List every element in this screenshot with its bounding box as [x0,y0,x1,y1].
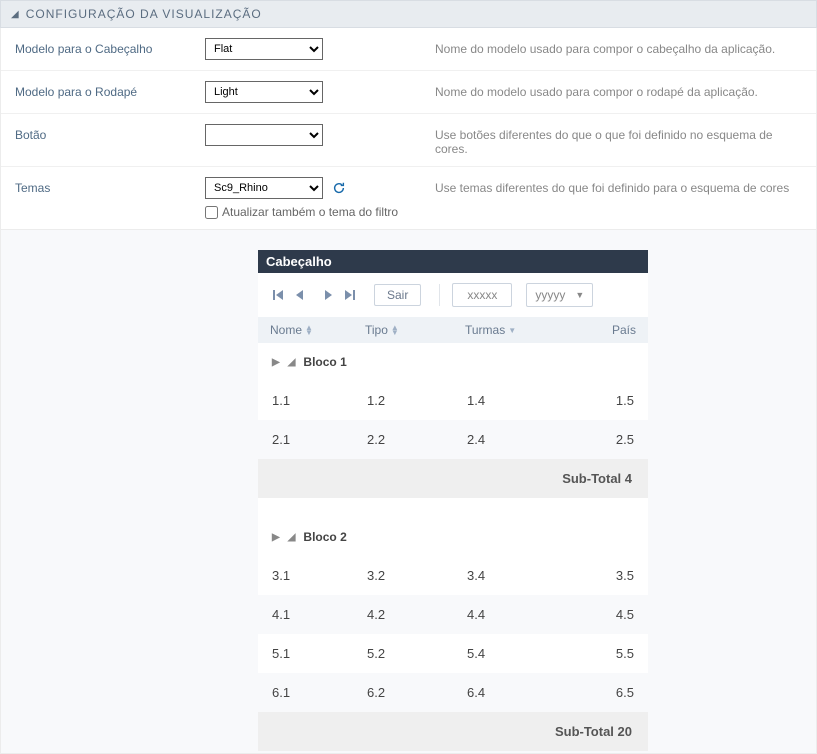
expand-down-icon: ◢ [288,532,296,543]
col-turmas[interactable]: Turmas ▼ [465,323,575,337]
expand-down-icon: ◢ [288,357,296,368]
subtotal: Sub-Total 20 [258,712,648,751]
checkbox-label: Atualizar também o tema do filtro [222,205,398,219]
col-tipo[interactable]: Tipo ▲▼ [365,323,465,337]
select-themes[interactable]: Sc9_Rhino [205,177,323,199]
subtotal: Sub-Total 4 [258,459,648,498]
select-header-model[interactable]: Flat [205,38,323,60]
prev-icon[interactable] [292,287,308,303]
row-button: Botão Use botões diferentes do que o que… [1,114,816,167]
caret-down-icon: ▼ [575,290,584,300]
sort-down-icon: ▼ [508,326,516,335]
block-title: Bloco 1 [303,355,346,369]
column-headers: Nome ▲▼ Tipo ▲▼ Turmas ▼ País [258,317,648,343]
dropdown-yyyyy-label: yyyyy [535,288,565,302]
row-footer-model: Modelo para o Rodapé Light Nome do model… [1,71,816,114]
table-row: 6.1 6.2 6.4 6.5 [258,673,648,712]
expand-right-icon: ▶ [272,532,280,543]
row-themes: Temas Sc9_Rhino Atualizar também o tema … [1,167,816,229]
select-footer-model[interactable]: Light [205,81,323,103]
table-row: 2.1 2.2 2.4 2.5 [258,420,648,459]
last-icon[interactable] [342,287,358,303]
block-title: Bloco 2 [303,530,346,544]
exit-button[interactable]: Sair [374,284,421,306]
table-row: 5.1 5.2 5.4 5.5 [258,634,648,673]
desc-themes: Use temas diferentes do que foi definido… [435,177,802,195]
dropdown-yyyyy[interactable]: yyyyy ▼ [526,283,593,307]
block-header[interactable]: ▶ ◢ Bloco 1 [258,343,648,381]
first-icon[interactable] [270,287,286,303]
label-footer-model: Modelo para o Rodapé [15,81,205,99]
preview-header: Cabeçalho [258,250,648,273]
block-header[interactable]: ▶ ◢ Bloco 2 [258,518,648,556]
label-header-model: Modelo para o Cabeçalho [15,38,205,56]
preview-area: Cabeçalho Sair xxxxx yyyyy ▼ [0,230,817,754]
section-header[interactable]: ◢ CONFIGURAÇÃO DA VISUALIZAÇÃO [0,0,817,28]
preview-toolbar: Sair xxxxx yyyyy ▼ [258,273,648,317]
col-pais[interactable]: País [575,323,636,337]
desc-footer-model: Nome do modelo usado para compor o rodap… [435,81,802,99]
table-row: 1.1 1.2 1.4 1.5 [258,381,648,420]
checkbox-update-filter-theme[interactable] [205,206,218,219]
col-nome[interactable]: Nome ▲▼ [270,323,365,337]
separator [439,284,440,306]
label-button: Botão [15,124,205,142]
desc-header-model: Nome do modelo usado para compor o cabeç… [435,38,802,56]
sort-icon: ▲▼ [391,325,399,335]
table-row: 3.1 3.2 3.4 3.5 [258,556,648,595]
next-icon[interactable] [320,287,336,303]
row-header-model: Modelo para o Cabeçalho Flat Nome do mod… [1,28,816,71]
sort-icon: ▲▼ [305,325,313,335]
section-title: CONFIGURAÇÃO DA VISUALIZAÇÃO [26,7,262,21]
select-button[interactable] [205,124,323,146]
textbox-xxxxx[interactable]: xxxxx [452,283,512,307]
table-row: 4.1 4.2 4.4 4.5 [258,595,648,634]
expand-right-icon: ▶ [272,357,280,368]
label-themes: Temas [15,177,205,195]
desc-button: Use botões diferentes do que o que foi d… [435,124,802,156]
form-area: Modelo para o Cabeçalho Flat Nome do mod… [0,28,817,230]
preview-panel: Cabeçalho Sair xxxxx yyyyy ▼ [258,250,648,751]
collapse-icon: ◢ [11,9,20,20]
refresh-icon[interactable] [332,181,346,195]
